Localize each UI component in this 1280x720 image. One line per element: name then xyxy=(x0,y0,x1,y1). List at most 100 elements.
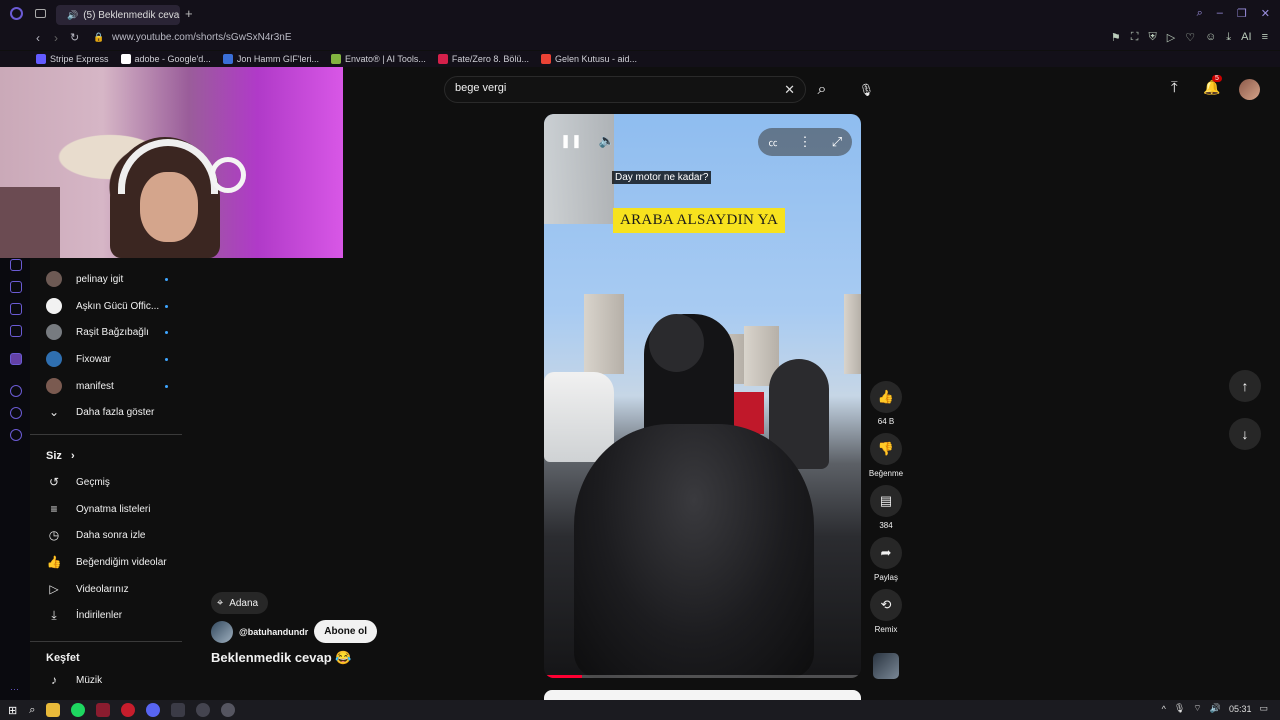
spotify-icon[interactable] xyxy=(71,703,86,717)
active-tab[interactable]: 🔊 (5) Beklenmedik cevap xyxy=(56,5,180,25)
profile-icon[interactable]: ☺ xyxy=(1205,31,1216,44)
menu-icon[interactable]: ≡ xyxy=(1262,31,1268,44)
comment-icon[interactable]: ▤ xyxy=(870,485,902,517)
dislike-action[interactable]: 👎 Beğenme xyxy=(868,433,904,478)
sidebar-app-icon[interactable] xyxy=(10,303,22,315)
more-icon[interactable]: ··· xyxy=(10,684,19,694)
restore-icon[interactable]: ❐ xyxy=(1237,7,1247,20)
sidebar-item[interactable]: ◷ Daha sonra izle xyxy=(46,522,186,548)
play-icon[interactable]: ▷ xyxy=(1167,31,1175,44)
progress-bar[interactable] xyxy=(544,675,861,678)
bookmark-icon[interactable]: ⚑ xyxy=(1111,31,1121,44)
clock-time[interactable]: 05:31 xyxy=(1229,704,1252,714)
you-heading[interactable]: Siz › xyxy=(46,450,75,462)
show-more-button[interactable]: ⌄ Daha fazla göster xyxy=(46,399,186,425)
bookmark-item[interactable]: Envato® | AI Tools... xyxy=(331,54,426,64)
forward-icon[interactable]: › xyxy=(54,31,58,45)
thumbs-down-icon[interactable]: 👎 xyxy=(870,433,902,465)
sound-thumbnail[interactable] xyxy=(873,653,899,679)
upload-button[interactable]: ⤒ xyxy=(1171,79,1178,96)
sidebar-app-icon[interactable] xyxy=(10,259,22,271)
sidebar-app-icon[interactable] xyxy=(10,281,22,293)
url-field[interactable]: www.youtube.com/shorts/sGwSxN4r3nE xyxy=(112,32,292,43)
sidebar-item[interactable]: ▷ Videolarınız xyxy=(46,576,186,602)
thumbs-up-icon[interactable]: 👍 xyxy=(870,381,902,413)
voice-search-button[interactable]: 🎙 xyxy=(853,76,880,103)
opera-icon[interactable] xyxy=(96,703,111,717)
settings-icon[interactable] xyxy=(10,429,22,441)
mic-icon[interactable]: 🎙 xyxy=(1174,703,1185,714)
snapshot-icon[interactable]: ⛶ xyxy=(1131,31,1139,44)
share-icon[interactable]: ➦ xyxy=(870,537,902,569)
subscribe-button[interactable]: Abone ol xyxy=(314,620,378,643)
next-short-button[interactable]: ↓ xyxy=(1229,418,1261,450)
shorts-video-player[interactable]: ❚❚ 🔈 ㏄ ⋮ ⤢ Day motor ne kadar? ARABA ALS… xyxy=(544,114,861,678)
obs-icon[interactable] xyxy=(121,703,136,717)
tab-overview-icon[interactable] xyxy=(35,9,46,18)
search-tabs-icon[interactable]: ⌕ xyxy=(1197,7,1203,20)
twitch-icon[interactable] xyxy=(10,353,22,365)
opera-logo-icon[interactable] xyxy=(10,7,23,20)
channel-avatar[interactable] xyxy=(211,620,233,643)
subscription-item[interactable]: Aşkın Gücü Offic... xyxy=(46,293,186,319)
search-icon[interactable]: ⌕ xyxy=(29,704,35,717)
sidebar-item[interactable]: 👍 Beğendiğim videolar xyxy=(46,549,186,575)
fullscreen-button[interactable]: ⤢ xyxy=(824,129,850,155)
sidebar-item[interactable]: ↺ Geçmiş xyxy=(46,469,186,495)
reload-icon[interactable]: ↻ xyxy=(70,31,79,44)
speaker-icon[interactable]: 🔊 xyxy=(67,10,78,21)
bookmark-item[interactable]: Gelen Kutusu - aid... xyxy=(540,54,637,64)
app-icon[interactable] xyxy=(196,703,211,717)
search-box[interactable]: ✕ xyxy=(444,76,806,103)
notifications-button[interactable]: 🔔 5 xyxy=(1203,75,1222,96)
captions-button[interactable]: ㏄ xyxy=(760,129,786,155)
notification-center-icon[interactable]: ▭ xyxy=(1259,703,1268,714)
sidebar-item[interactable]: ≡ Oynatma listeleri xyxy=(46,496,186,522)
share-action[interactable]: ➦ Paylaş xyxy=(868,537,904,582)
volume-icon[interactable]: 🔊 xyxy=(1210,703,1221,714)
bookmark-item[interactable]: Fate/Zero 8. Bölü... xyxy=(437,54,529,64)
location-chip[interactable]: ⌖ Adana xyxy=(211,592,269,614)
clock-icon[interactable] xyxy=(10,385,22,397)
search-input[interactable] xyxy=(455,82,775,94)
app-icon[interactable] xyxy=(171,703,186,717)
wifi-icon[interactable]: ⌔ xyxy=(1193,703,1201,714)
shield-icon[interactable]: ⛨ xyxy=(1148,31,1156,44)
subscription-item[interactable]: Fixowar xyxy=(46,346,186,372)
ai-icon[interactable]: AI xyxy=(1241,31,1251,44)
volume-button[interactable]: 🔈 xyxy=(594,128,620,154)
comments-action[interactable]: ▤ 384 xyxy=(868,485,904,530)
sidebar-item[interactable]: ♪ Müzik xyxy=(46,667,186,693)
messenger-icon[interactable] xyxy=(10,407,22,419)
next-short-preview[interactable] xyxy=(544,690,861,700)
bookmark-item[interactable]: adobe - Google'd... xyxy=(120,54,211,64)
download-icon[interactable]: ⤓ xyxy=(1226,31,1231,44)
avatar[interactable] xyxy=(1239,79,1260,100)
sidebar-item[interactable]: ⤓ İndirilenler xyxy=(46,602,186,628)
remix-action[interactable]: ⟲ Remix xyxy=(868,589,904,634)
search-button[interactable]: ⌕ xyxy=(806,76,838,103)
more-options-button[interactable]: ⋮ xyxy=(792,129,818,155)
subscription-item[interactable]: Raşit Bağzıbağlı xyxy=(46,319,186,345)
minimize-icon[interactable]: – xyxy=(1217,7,1223,20)
window-controls[interactable]: ⌕ – ❐ ✕ xyxy=(1197,7,1270,20)
windows-start-icon[interactable]: ⊞ xyxy=(8,704,17,717)
heart-icon[interactable]: ♡ xyxy=(1185,31,1195,44)
app-icon[interactable] xyxy=(221,703,236,717)
remix-icon[interactable]: ⟲ xyxy=(870,589,902,621)
subscription-item[interactable]: manifest xyxy=(46,373,186,399)
chevron-up-icon[interactable]: ^ xyxy=(1162,704,1166,714)
like-action[interactable]: 👍 64 B xyxy=(868,381,904,426)
bookmark-item[interactable]: Jon Hamm GIF'leri... xyxy=(222,54,319,64)
back-icon[interactable]: ‹ xyxy=(36,31,40,45)
bookmark-item[interactable]: Stripe Express xyxy=(36,54,109,64)
pause-button[interactable]: ❚❚ xyxy=(558,128,584,154)
new-tab-button[interactable]: + xyxy=(185,6,193,21)
close-window-icon[interactable]: ✕ xyxy=(1261,7,1270,20)
channel-name[interactable]: @batuhandundr xyxy=(239,627,308,637)
clear-search-icon[interactable]: ✕ xyxy=(784,82,795,98)
subscription-item[interactable]: pelinay igit xyxy=(46,266,186,292)
file-explorer-icon[interactable] xyxy=(46,703,61,717)
sidebar-app-icon[interactable] xyxy=(10,325,22,337)
discord-icon[interactable] xyxy=(146,703,161,717)
